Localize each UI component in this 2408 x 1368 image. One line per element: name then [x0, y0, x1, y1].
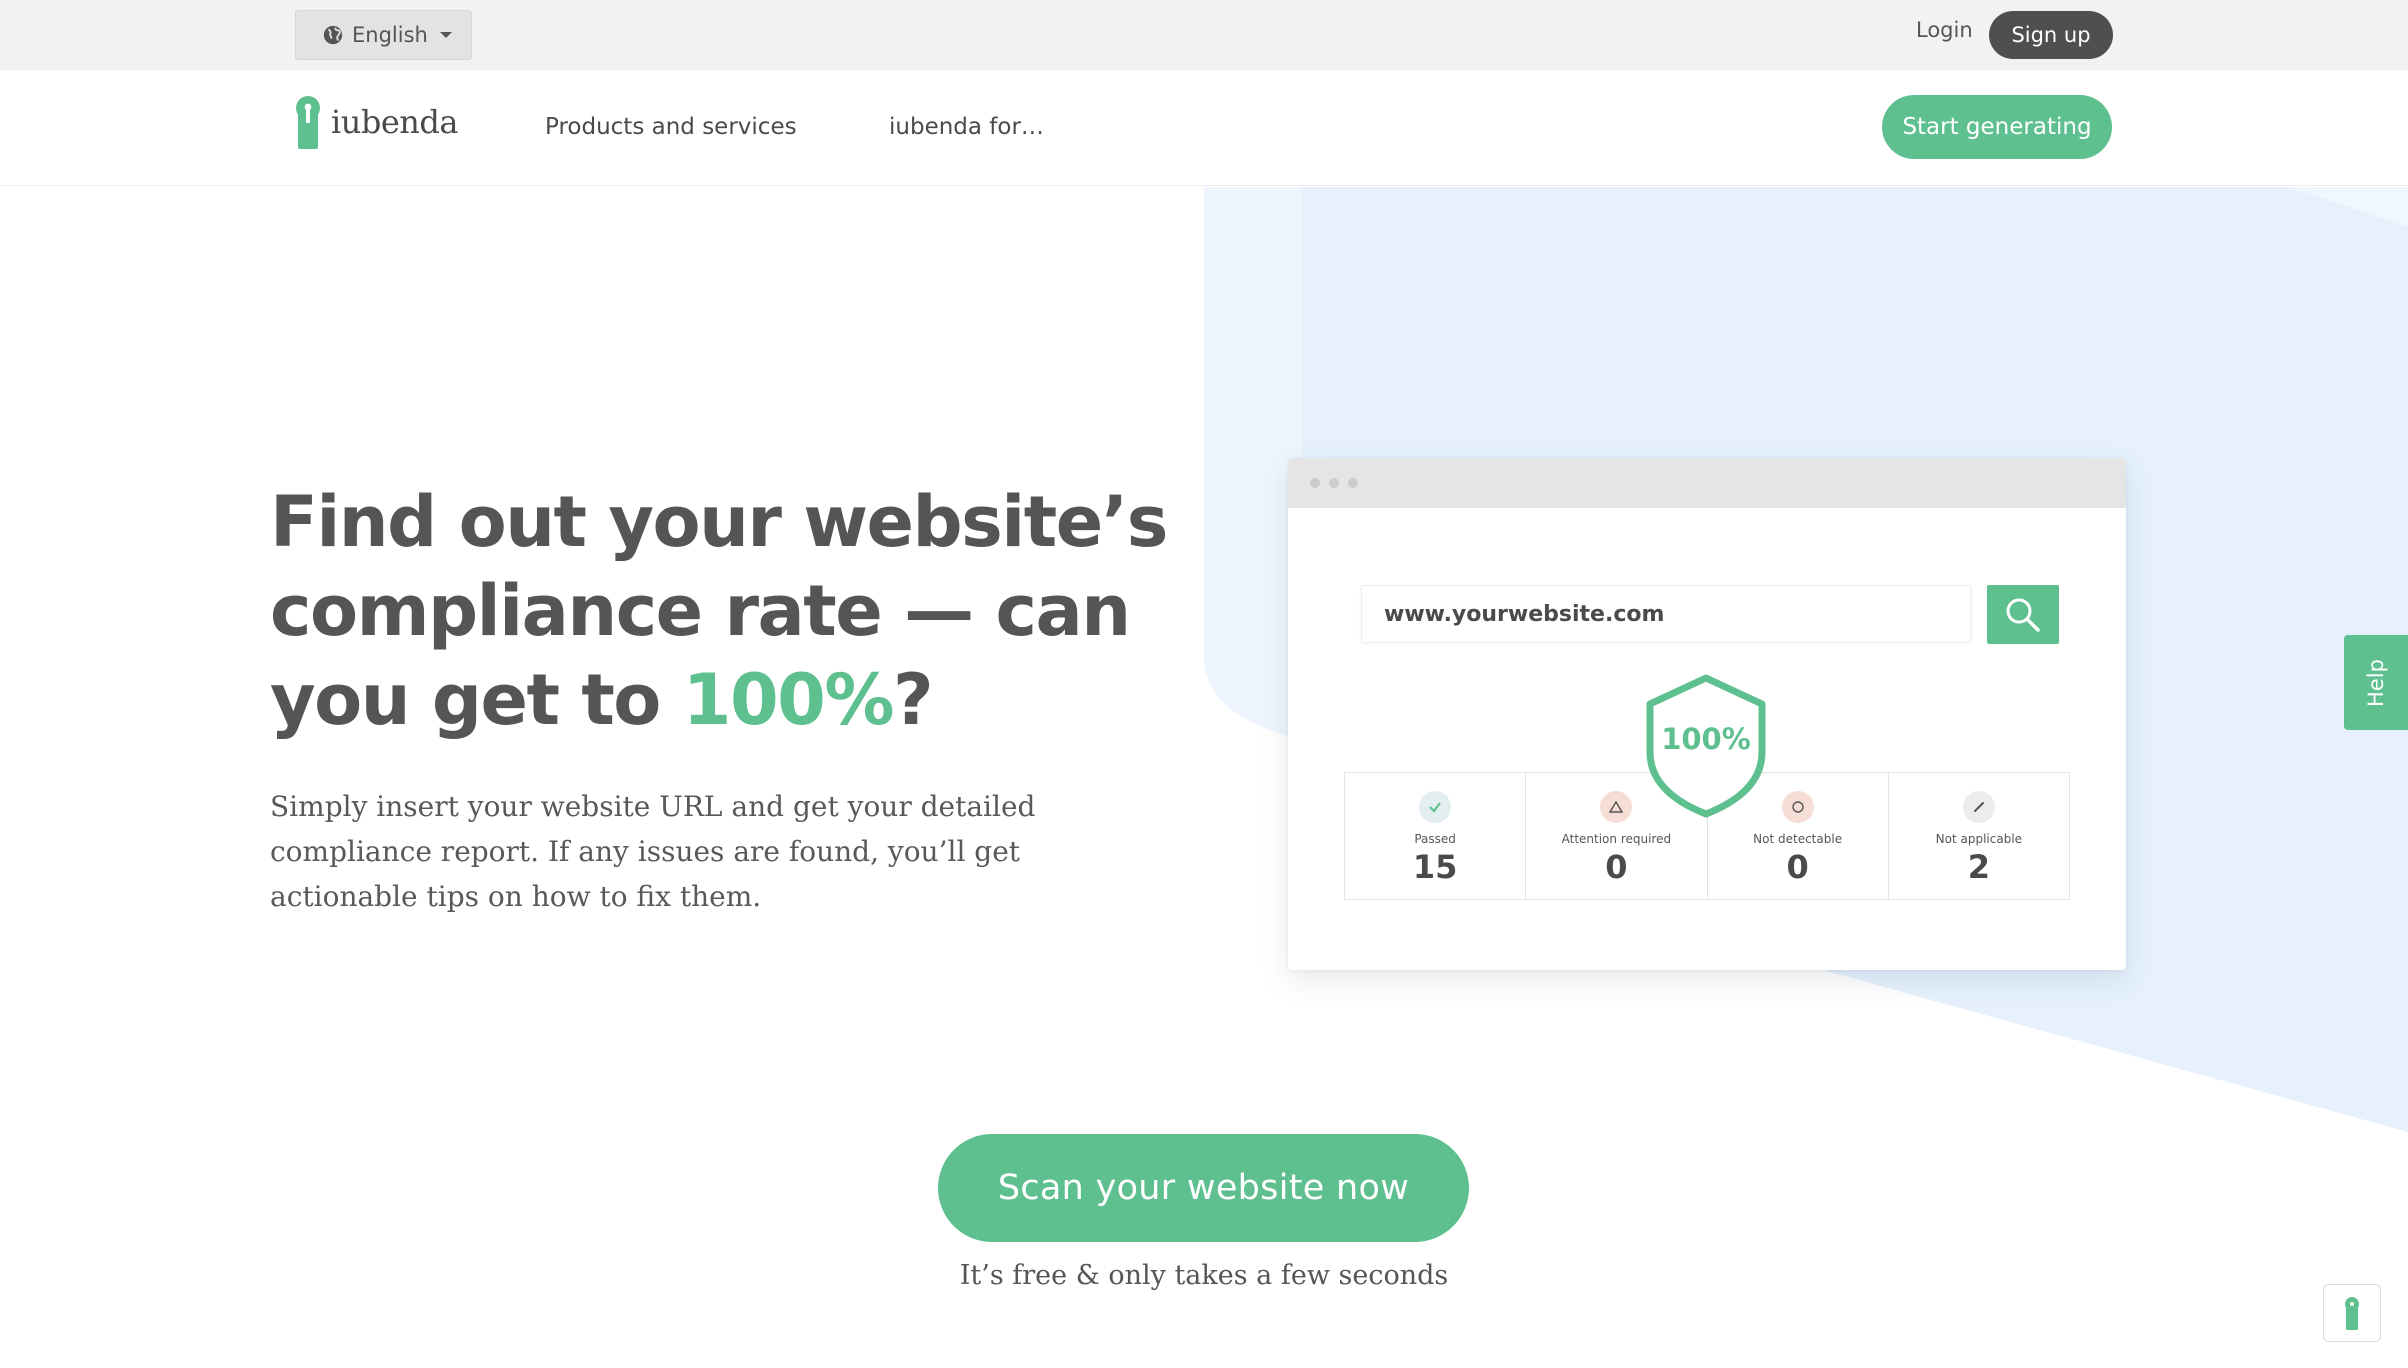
window-dot-icon — [1310, 478, 1320, 488]
circle-icon — [1781, 791, 1814, 823]
logo-wordmark: iubenda — [331, 103, 458, 141]
nav-iubenda-for[interactable]: iubenda for… — [889, 114, 1044, 140]
search-icon — [2006, 598, 2040, 632]
help-label: Help — [2363, 658, 2388, 707]
browser-mockup: www.yourwebsite.com Passed 15 Attention … — [1288, 458, 2126, 970]
help-tab[interactable]: Help — [2344, 635, 2408, 730]
language-label: English — [352, 23, 428, 47]
browser-titlebar — [1288, 458, 2126, 508]
compliance-score: 100% — [1661, 722, 1751, 756]
globe-icon — [323, 25, 343, 45]
stat-label: Passed — [1414, 832, 1456, 846]
stat-value: 15 — [1412, 848, 1458, 886]
stat-value: 0 — [1605, 848, 1628, 886]
iubenda-badge-button[interactable] — [2323, 1284, 2381, 1342]
warning-icon — [1600, 791, 1633, 823]
pencil-icon — [1962, 791, 1995, 823]
top-utility-bar: English Login Sign up — [0, 0, 2408, 70]
chevron-down-icon — [439, 32, 452, 38]
stat-passed: Passed 15 — [1345, 773, 1527, 899]
start-generating-button[interactable]: Start generating — [1882, 95, 2112, 159]
stat-value: 0 — [1786, 848, 1809, 886]
stat-label: Not applicable — [1935, 832, 2023, 846]
headline-question-mark: ? — [893, 659, 934, 741]
stat-label: Attention required — [1561, 832, 1672, 846]
hero-headline: Find out your website’s compliance rate … — [270, 478, 1170, 745]
main-navbar: iubenda Products and services iubenda fo… — [0, 70, 2408, 186]
window-dot-icon — [1329, 478, 1339, 488]
scan-website-button[interactable]: Scan your website now — [938, 1134, 1469, 1242]
iubenda-logo[interactable]: iubenda — [295, 94, 458, 150]
keyhole-logo-icon — [296, 96, 320, 149]
stat-label: Not detectable — [1753, 832, 1843, 846]
keyhole-icon — [2345, 1297, 2359, 1330]
hero-subtext: Simply insert your website URL and get y… — [270, 790, 1036, 913]
cta-note: It’s free & only takes a few seconds — [959, 1260, 1449, 1291]
mockup-search-button — [1987, 585, 2059, 644]
login-link[interactable]: Login — [1916, 18, 1973, 42]
stat-not-applicable: Not applicable 2 — [1889, 773, 2069, 899]
language-selector[interactable]: English — [295, 10, 472, 60]
stat-value: 2 — [1967, 848, 1990, 886]
check-icon — [1419, 791, 1452, 823]
headline-accent-percent: 100% — [682, 659, 895, 741]
window-dot-icon — [1348, 478, 1358, 488]
website-url-field: www.yourwebsite.com — [1361, 585, 1971, 643]
nav-products-and-services[interactable]: Products and services — [545, 114, 797, 140]
signup-button[interactable]: Sign up — [1989, 11, 2113, 59]
